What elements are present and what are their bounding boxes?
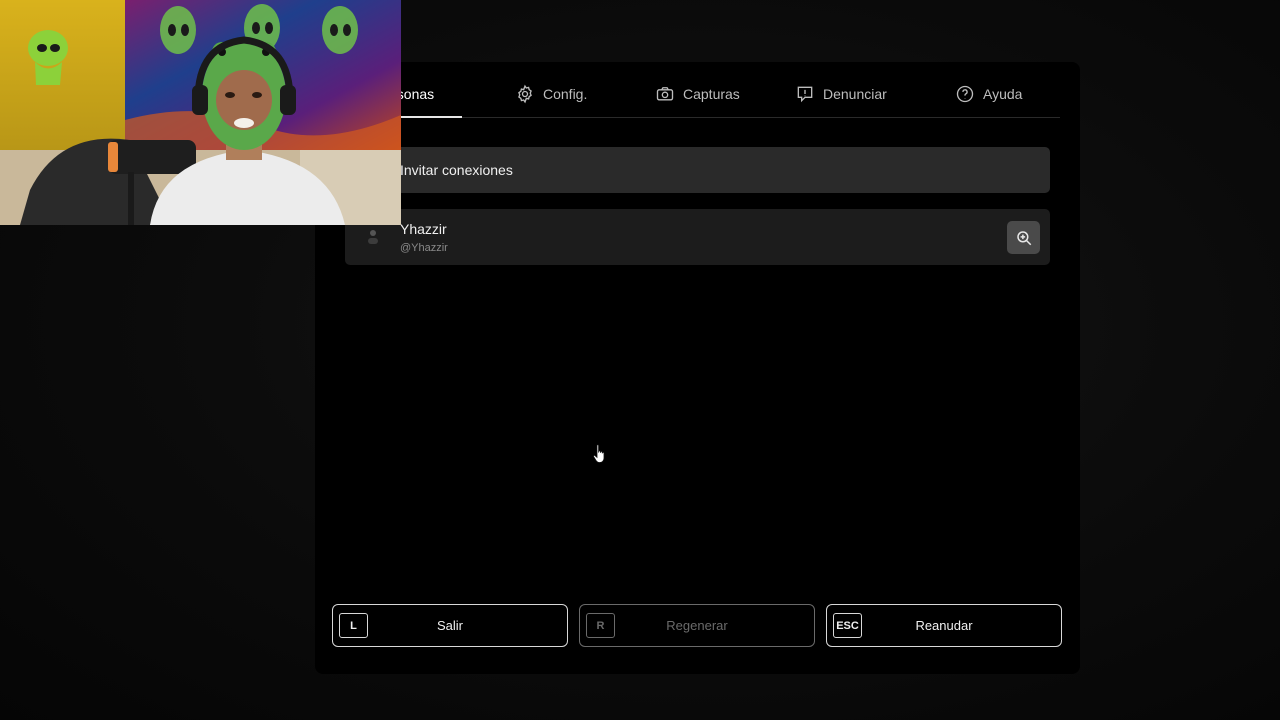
- tab-label: Capturas: [683, 85, 740, 102]
- user-handle: @Yhazzir: [400, 242, 448, 254]
- report-icon: [797, 86, 813, 102]
- regenerate-label: Regenerar: [666, 618, 728, 633]
- tab-capturas[interactable]: Capturas: [655, 70, 740, 117]
- invite-label: Invitar conexiones: [400, 162, 513, 178]
- resume-button[interactable]: ESC Reanudar: [826, 604, 1062, 647]
- user-name: Yhazzir: [400, 221, 447, 237]
- regenerate-button[interactable]: R Regenerar: [579, 604, 815, 647]
- tab-bar: Personas Config. Capturas Denunciar Ayud…: [344, 70, 1060, 118]
- view-profile-button[interactable]: [1007, 221, 1040, 254]
- tab-label: Config.: [543, 85, 588, 102]
- tab-label: Ayuda: [983, 85, 1023, 102]
- gear-icon: [518, 84, 532, 103]
- camera-icon: [656, 86, 674, 100]
- key-badge: L: [339, 613, 368, 638]
- zoom-in-icon: [1016, 230, 1031, 245]
- hand-cursor-icon: [593, 444, 605, 463]
- exit-button[interactable]: L Salir: [332, 604, 568, 647]
- invite-connections-button[interactable]: Invitar conexiones: [345, 147, 1050, 193]
- resume-label: Reanudar: [915, 618, 973, 633]
- key-badge: ESC: [833, 613, 862, 638]
- key-badge: R: [586, 613, 615, 638]
- tab-label: Denunciar: [823, 85, 887, 102]
- help-icon: [956, 85, 974, 102]
- avatar: [368, 230, 378, 244]
- exit-label: Salir: [436, 618, 463, 633]
- user-list-item[interactable]: Yhazzir @Yhazzir: [345, 209, 1050, 265]
- tab-config[interactable]: Config.: [515, 70, 587, 117]
- tab-denunciar[interactable]: Denunciar: [795, 70, 887, 117]
- webcam-feed-image: [0, 0, 401, 225]
- tab-ayuda[interactable]: Ayuda: [955, 70, 1022, 117]
- webcam-overlay: [0, 0, 401, 225]
